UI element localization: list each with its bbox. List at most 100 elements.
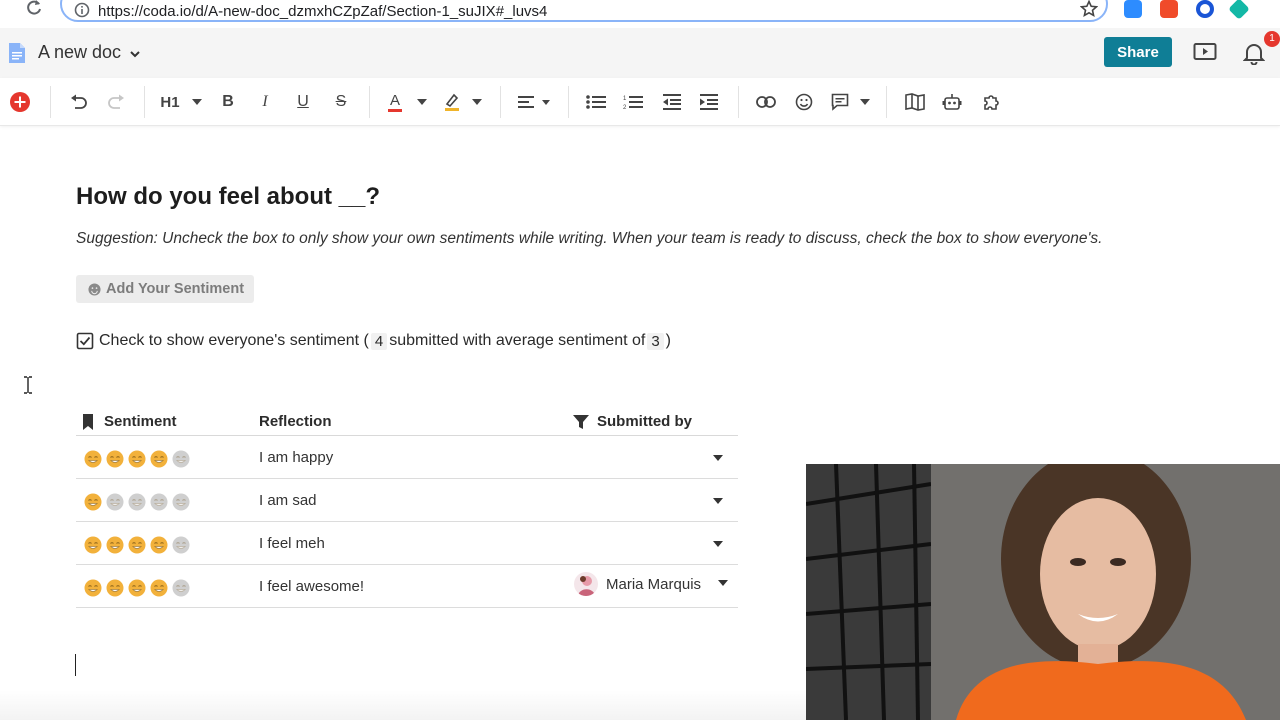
smiley-filled-icon[interactable] — [106, 536, 124, 554]
smiley-empty-icon[interactable] — [172, 450, 190, 468]
sentiment-rating[interactable] — [84, 450, 190, 468]
header-reflection-label: Reflection — [259, 413, 332, 430]
present-icon[interactable] — [1193, 42, 1217, 62]
column-header-sentiment[interactable]: Sentiment — [82, 413, 177, 430]
notification-badge: 1 — [1264, 31, 1280, 47]
highlight-button[interactable] — [442, 90, 462, 114]
undo-button[interactable] — [68, 90, 90, 114]
underline-button[interactable]: U — [293, 90, 313, 114]
smiley-filled-icon[interactable] — [128, 579, 146, 597]
italic-label: I — [262, 93, 268, 110]
reload-icon[interactable] — [24, 0, 44, 18]
bold-button[interactable]: B — [218, 90, 238, 114]
table-row[interactable]: I feel meh — [76, 522, 738, 565]
checkbox-checked-icon[interactable] — [76, 332, 94, 350]
packs-button[interactable] — [980, 90, 1002, 114]
header-sentiment-label: Sentiment — [104, 413, 177, 430]
check-label-mid: submitted with average sentiment of — [389, 332, 646, 349]
smiley-empty-icon[interactable] — [128, 493, 146, 511]
webcam-video — [806, 464, 1280, 720]
smiley-filled-icon[interactable] — [106, 579, 124, 597]
text-color-button[interactable]: A — [385, 90, 405, 114]
sentiment-rating[interactable] — [84, 536, 190, 554]
smiley-filled-icon[interactable] — [84, 493, 102, 511]
smiley-empty-icon[interactable] — [172, 536, 190, 554]
outdent-button[interactable] — [661, 90, 683, 114]
table-row[interactable]: I feel awesome! Maria Marquis — [76, 565, 738, 608]
info-icon[interactable] — [74, 2, 90, 18]
share-button[interactable]: Share — [1104, 37, 1172, 67]
dropdown-caret-icon[interactable] — [713, 498, 723, 504]
table-row[interactable]: I am sad — [76, 479, 738, 522]
add-button[interactable] — [8, 90, 32, 114]
gallery-button[interactable] — [904, 90, 926, 114]
numbered-list-button[interactable]: 12 — [622, 90, 644, 114]
heading-button[interactable]: H1 — [158, 90, 182, 114]
dropdown-caret-icon[interactable] — [713, 541, 723, 547]
add-sentiment-button[interactable]: Add Your Sentiment — [76, 275, 254, 303]
chevron-down-icon[interactable] — [129, 49, 141, 59]
smiley-filled-icon[interactable] — [150, 579, 168, 597]
bulleted-list-button[interactable] — [585, 90, 607, 114]
smiley-filled-icon[interactable] — [84, 536, 102, 554]
reflection-cell[interactable]: I feel meh — [259, 535, 325, 552]
table-header: Sentiment Reflection Submitted by — [76, 406, 738, 436]
teal-extension-icon[interactable] — [1228, 0, 1250, 20]
smiley-filled-icon[interactable] — [150, 450, 168, 468]
align-button[interactable] — [516, 90, 556, 114]
comment-dropdown[interactable] — [858, 90, 872, 114]
dropdown-caret-icon[interactable] — [713, 455, 723, 461]
smiley-filled-icon[interactable] — [106, 450, 124, 468]
smiley-filled-icon[interactable] — [84, 579, 102, 597]
reflection-cell[interactable]: I feel awesome! — [259, 578, 364, 595]
smiley-filled-icon[interactable] — [128, 450, 146, 468]
header-submitted-label: Submitted by — [597, 413, 693, 430]
text-color-label: A — [389, 91, 400, 109]
highlight-dropdown[interactable] — [470, 90, 484, 114]
bookmark-star-icon[interactable] — [1080, 0, 1098, 18]
smiley-filled-icon[interactable] — [128, 536, 146, 554]
redo-button[interactable] — [105, 90, 127, 114]
text-color-dropdown[interactable] — [415, 90, 429, 114]
column-header-submitted-by[interactable]: Submitted by — [573, 413, 692, 430]
puzzle-icon — [984, 95, 999, 110]
dropdown-caret-icon[interactable] — [718, 580, 728, 586]
smiley-filled-icon[interactable] — [84, 450, 102, 468]
smiley-empty-icon[interactable] — [150, 493, 168, 511]
automation-button[interactable] — [941, 90, 963, 114]
caret-down-icon — [472, 99, 482, 105]
heading-dropdown[interactable] — [190, 90, 204, 114]
sentiment-rating[interactable] — [84, 579, 190, 597]
caret-down-icon — [417, 99, 427, 105]
check-label-pre: Check to show everyone's sentiment ( — [99, 332, 369, 349]
address-bar[interactable]: https://coda.io/d/A-new-doc_dzmxhCZpZaf/… — [60, 0, 1108, 22]
doc-title[interactable]: A new doc — [38, 42, 121, 63]
undo-icon — [71, 94, 87, 109]
smiley-empty-icon[interactable] — [172, 493, 190, 511]
italic-button[interactable]: I — [255, 90, 275, 114]
link-button[interactable] — [754, 90, 778, 114]
strikethrough-button[interactable]: S — [331, 90, 351, 114]
smiley-filled-icon[interactable] — [150, 536, 168, 554]
sentiment-rating[interactable] — [84, 493, 190, 511]
reflection-cell[interactable]: I am sad — [259, 492, 317, 509]
column-header-reflection[interactable]: Reflection — [259, 413, 332, 430]
submitted-by-cell[interactable]: Maria Marquis — [574, 572, 701, 596]
sentiment-table: Sentiment Reflection Submitted by I am h… — [76, 406, 738, 608]
emoji-button[interactable] — [793, 90, 815, 114]
avatar — [574, 572, 598, 596]
zoom-extension-icon[interactable] — [1124, 0, 1142, 18]
reflection-cell[interactable]: I am happy — [259, 449, 333, 466]
indent-icon — [700, 94, 718, 110]
bell-icon[interactable] — [1243, 41, 1265, 65]
comment-button[interactable] — [829, 90, 851, 114]
table-row[interactable]: I am happy — [76, 436, 738, 479]
indent-button[interactable] — [698, 90, 720, 114]
blue-circle-extension-icon[interactable] — [1196, 0, 1214, 18]
smiley-empty-icon[interactable] — [172, 579, 190, 597]
text-insertion-caret — [75, 654, 76, 676]
smiley-empty-icon[interactable] — [106, 493, 124, 511]
link-icon — [756, 96, 776, 108]
red-extension-icon[interactable] — [1160, 0, 1178, 18]
filter-icon — [573, 414, 589, 429]
